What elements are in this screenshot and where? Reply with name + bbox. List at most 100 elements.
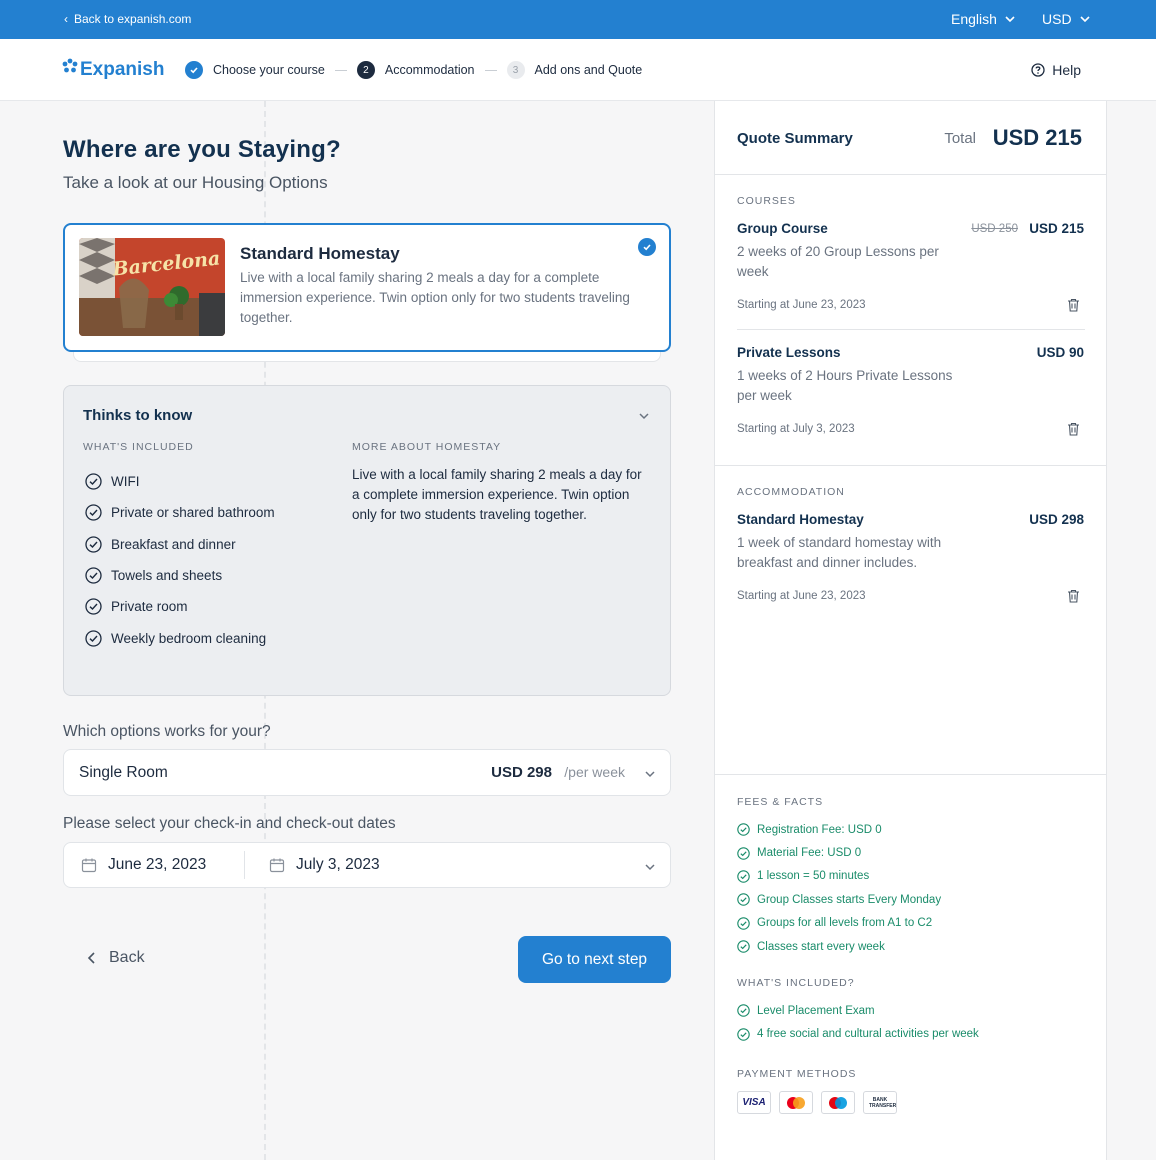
chevron-down-icon xyxy=(645,864,655,871)
list-item: Weekly bedroom cleaning xyxy=(85,622,275,653)
housing-image: Barcelona xyxy=(79,238,225,336)
fee-label: 1 lesson = 50 minutes xyxy=(757,870,870,883)
chevron-down-icon xyxy=(645,771,655,778)
fee-label: Classes start every week xyxy=(757,940,885,953)
check-circle-icon xyxy=(85,504,102,522)
check-circle-icon xyxy=(85,473,102,490)
back-to-site-label: Back to expanish.com xyxy=(74,12,192,26)
included-label: 4 free social and cultural activities pe… xyxy=(757,1028,979,1041)
fee-label: Material Fee: USD 0 xyxy=(757,847,862,860)
payment-methods: VISA BANK TRANSFER xyxy=(737,1091,897,1114)
course-start-date: Starting at June 23, 2023 xyxy=(737,299,866,311)
back-button[interactable]: Back xyxy=(87,949,145,967)
check-circle-icon xyxy=(737,1004,750,1017)
trash-icon[interactable] xyxy=(1067,589,1080,603)
page-title: Where are you Staying? xyxy=(63,136,341,163)
things-to-know-panel: Thinks to know WHAT'S INCLUDED MORE ABOU… xyxy=(63,385,671,696)
quote-summary-title: Quote Summary xyxy=(737,130,853,147)
course-description: 2 weeks of 20 Group Lessons per week xyxy=(737,244,939,279)
check-out-date[interactable]: July 3, 2023 xyxy=(269,856,380,874)
fee-label: Group Classes starts Every Monday xyxy=(757,893,942,906)
step-number: 3 xyxy=(506,61,525,79)
question-circle-icon xyxy=(1031,63,1045,77)
chevron-down-icon xyxy=(1005,16,1015,23)
chevron-left-icon xyxy=(87,952,95,964)
check-circle-icon xyxy=(737,846,750,860)
list-item: Classes start every week xyxy=(737,935,941,958)
nav-bar: Expanish Choose your course 2 Accommodat… xyxy=(0,39,1156,101)
trash-icon[interactable] xyxy=(1067,422,1080,436)
step-label: Add ons and Quote xyxy=(534,63,643,77)
included-list: WIFI Private or shared bathroom Breakfas… xyxy=(85,466,275,654)
list-item-label: WIFI xyxy=(111,474,140,490)
payment-methods-heading: PAYMENT METHODS xyxy=(737,1068,857,1080)
step-accommodation[interactable]: 2 Accommodation xyxy=(356,61,475,79)
check-circle-icon xyxy=(737,823,750,836)
step-separator xyxy=(334,69,347,71)
things-to-know-title: Thinks to know xyxy=(83,407,193,424)
more-about-text: Live with a local family sharing 2 meals… xyxy=(352,467,642,522)
step-choose-course[interactable]: Choose your course xyxy=(185,61,325,79)
course-item-private: Private Lessons USD 90 1 weeks of 2 Hour… xyxy=(737,345,1084,436)
language-select[interactable]: English xyxy=(951,11,1015,27)
accommodation-start-date: Starting at June 23, 2023 xyxy=(737,590,866,602)
list-item: 1 lesson = 50 minutes xyxy=(737,865,941,888)
quote-summary-panel: Quote Summary Total USD 215 COURSES Grou… xyxy=(714,101,1107,1160)
courses-heading: COURSES xyxy=(737,195,796,207)
back-to-site-link[interactable]: ‹ Back to expanish.com xyxy=(64,12,191,26)
fee-label: Registration Fee: USD 0 xyxy=(757,823,882,836)
trash-icon[interactable] xyxy=(1067,298,1080,312)
total-label: Total xyxy=(944,130,976,147)
next-step-button[interactable]: Go to next step xyxy=(518,936,671,983)
chevron-down-icon[interactable] xyxy=(638,410,650,422)
list-item: Groups for all levels from A1 to C2 xyxy=(737,912,941,935)
check-circle-icon xyxy=(737,917,750,930)
whats-included-heading: WHAT'S INCLUDED? xyxy=(737,977,855,989)
help-link[interactable]: Help xyxy=(1031,62,1081,78)
calendar-icon xyxy=(269,858,285,873)
bank-transfer-label: BANK TRANSFER xyxy=(869,1096,897,1109)
progress-steps: Choose your course 2 Accommodation 3 Add… xyxy=(185,61,642,79)
date-range-picker[interactable]: June 23, 2023 July 3, 2023 xyxy=(63,842,671,888)
check-out-value: July 3, 2023 xyxy=(296,856,380,873)
housing-option-card[interactable]: Barcelona Standard Homestay Live with a … xyxy=(63,223,671,352)
divider xyxy=(737,329,1085,330)
check-circle-icon xyxy=(85,629,102,647)
course-start-date: Starting at July 3, 2023 xyxy=(737,423,855,435)
total-value: USD 215 xyxy=(992,125,1082,150)
check-circle-icon xyxy=(737,1027,750,1041)
included-heading: WHAT'S INCLUDED xyxy=(83,441,194,453)
fees-heading: FEES & FACTS xyxy=(737,796,824,808)
top-bar: ‹ Back to expanish.com English USD xyxy=(0,0,1156,39)
expanish-logo[interactable]: Expanish xyxy=(62,58,164,81)
check-circle-icon xyxy=(85,567,102,584)
room-option-select[interactable]: Single Room USD 298 /per week xyxy=(63,749,671,796)
room-option-price: USD 298 xyxy=(491,764,552,781)
step-separator xyxy=(484,69,497,71)
logo-mark-icon xyxy=(62,58,78,73)
divider xyxy=(715,465,1106,466)
accommodation-price: USD 298 xyxy=(1029,512,1084,527)
list-item-label: Private or shared bathroom xyxy=(111,505,275,521)
check-in-date[interactable]: June 23, 2023 xyxy=(81,856,206,874)
room-option-period: /per week xyxy=(564,764,625,780)
list-item-label: Breakfast and dinner xyxy=(111,536,236,552)
chevron-left-icon: ‹ xyxy=(64,12,68,26)
list-item: Material Fee: USD 0 xyxy=(737,841,941,864)
options-question: Which options works for your? xyxy=(63,723,271,740)
course-item-group: Group Course USD 250 USD 215 2 weeks of … xyxy=(737,221,1084,312)
housing-title: Standard Homestay xyxy=(240,244,400,263)
check-circle-icon xyxy=(85,536,102,553)
course-description: 1 weeks of 2 Hours Private Lessons per w… xyxy=(737,368,953,403)
bank-transfer-icon: BANK TRANSFER xyxy=(863,1091,897,1114)
page-subtitle: Take a look at our Housing Options xyxy=(63,173,328,192)
accommodation-heading: ACCOMMODATION xyxy=(737,486,845,498)
list-item: 4 free social and cultural activities pe… xyxy=(737,1022,979,1045)
help-label: Help xyxy=(1052,62,1081,78)
accommodation-item: Standard Homestay USD 298 1 week of stan… xyxy=(737,512,1084,603)
step-add-ons[interactable]: 3 Add ons and Quote xyxy=(506,61,643,79)
list-item-label: Towels and sheets xyxy=(111,568,223,584)
course-old-price: USD 250 xyxy=(971,223,1018,235)
currency-select[interactable]: USD xyxy=(1042,11,1090,27)
list-item: Registration Fee: USD 0 xyxy=(737,818,941,841)
